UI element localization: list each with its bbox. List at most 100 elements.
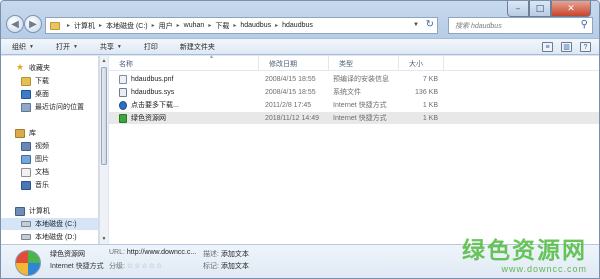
column-header-date[interactable]: 修改日期	[259, 56, 329, 71]
share-button[interactable]: 共享 ▼	[89, 42, 133, 52]
refresh-icon[interactable]: ↻	[426, 19, 434, 30]
sidebar-item-label: 收藏夹	[29, 65, 50, 72]
breadcrumb-item[interactable]: 计算机	[74, 21, 95, 31]
share-label: 共享	[99, 43, 114, 51]
chevron-right-icon[interactable]: ▸	[275, 22, 278, 29]
table-row[interactable]: hdaudbus.pnf 2008/4/15 18:55 预编译的安装信息 7 …	[109, 73, 599, 85]
pictures-icon	[21, 154, 31, 164]
internet-shortcut-icon	[119, 100, 127, 110]
back-button[interactable]: ◀	[6, 15, 24, 33]
desktop-icon	[21, 89, 31, 99]
sidebar-item-downloads[interactable]: 下载	[1, 75, 98, 87]
breadcrumb-item[interactable]: hdaudbus	[240, 22, 271, 29]
file-name-cell: hdaudbus.sys	[119, 86, 174, 98]
column-header-label: 修改日期	[269, 60, 297, 68]
breadcrumb-item[interactable]: wuhan	[184, 22, 205, 29]
pnf-file-icon	[119, 74, 127, 84]
file-date: 2018/11/12 14:49	[265, 114, 319, 122]
chevron-right-icon[interactable]: ▸	[177, 22, 180, 29]
video-icon	[21, 141, 31, 151]
explorer-window: – □ ✕ ◀ ▶ ▸ 计算机 ▸ 本地磁盘 (C:) ▸ 用户 ▸ wuhan…	[0, 0, 600, 279]
open-label: 打开	[55, 43, 70, 51]
search-placeholder: 搜索 hdaudbus	[455, 22, 502, 30]
description-label: 描述:	[203, 251, 219, 258]
column-header-name[interactable]: 名称	[109, 56, 259, 71]
sidebar-item-computer[interactable]: 计算机	[1, 205, 98, 217]
navigation-pane: ★ 收藏夹 下载 桌面 最近访问的位置 库 视频 图片 文档 音乐 计算机 本地…	[1, 56, 99, 244]
minimize-button[interactable]: –	[507, 1, 529, 17]
new-folder-label: 新建文件夹	[179, 43, 215, 51]
sidebar-item-label: 计算机	[29, 208, 50, 215]
file-name: 点击要多下载...	[131, 102, 179, 109]
url-field[interactable]: URL: http://www.downcc.c...	[109, 249, 196, 256]
column-header-label: 类型	[339, 60, 353, 68]
breadcrumb-item[interactable]: hdaudbus	[282, 22, 313, 29]
table-row[interactable]: hdaudbus.sys 2008/4/15 18:55 系统文件 136 KB	[109, 86, 599, 98]
rating-label: 分级:	[109, 263, 125, 270]
url-label: URL:	[109, 249, 125, 256]
breadcrumb-item[interactable]: 用户	[159, 21, 173, 31]
sidebar-item-recent-places[interactable]: 最近访问的位置	[1, 101, 98, 113]
breadcrumb: ▸ 计算机 ▸ 本地磁盘 (C:) ▸ 用户 ▸ wuhan ▸ 下载 ▸ hd…	[63, 21, 313, 31]
url-value: http://www.downcc.c...	[126, 249, 197, 256]
open-button[interactable]: 打开 ▼	[45, 42, 89, 52]
chevron-right-icon[interactable]: ▸	[67, 22, 70, 29]
back-arrow-icon: ◀	[11, 18, 19, 30]
view-options-icon[interactable]: ≡	[542, 42, 553, 52]
sidebar-item-documents[interactable]: 文档	[1, 166, 98, 178]
organize-label: 组织	[12, 43, 26, 51]
sidebar-item-drive-d[interactable]: 本地磁盘 (D:)	[1, 231, 98, 243]
library-icon	[15, 128, 25, 138]
table-row[interactable]: 绿色资源网 2018/11/12 14:49 Internet 快捷方式 1 K…	[109, 112, 599, 124]
address-dropdown-icon[interactable]: ▼	[413, 22, 419, 28]
sidebar-item-label: 最近访问的位置	[35, 104, 84, 111]
file-date: 2011/2/8 17:45	[265, 101, 312, 109]
music-icon	[21, 180, 31, 190]
chevron-right-icon[interactable]: ▸	[99, 22, 102, 29]
chevron-right-icon[interactable]: ▸	[233, 22, 236, 29]
breadcrumb-item[interactable]: 本地磁盘 (C:)	[106, 21, 148, 31]
scroll-down-icon[interactable]: ▼	[100, 235, 108, 243]
sidebar-item-videos[interactable]: 视频	[1, 140, 98, 152]
new-folder-button[interactable]: 新建文件夹	[169, 42, 226, 52]
tags-value: 添加文本	[220, 263, 249, 270]
rating-field[interactable]: 分级: ☆☆☆☆☆	[109, 261, 163, 271]
sidebar-item-desktop[interactable]: 桌面	[1, 88, 98, 100]
breadcrumb-item[interactable]: 下载	[215, 21, 229, 31]
scrollbar-thumb[interactable]	[101, 67, 107, 165]
sidebar-item-label: 下载	[35, 78, 49, 85]
maximize-button[interactable]: □	[529, 1, 551, 17]
organize-button[interactable]: 组织 ▼	[1, 42, 45, 52]
print-button[interactable]: 打印	[133, 42, 169, 52]
download-folder-icon	[21, 76, 31, 86]
column-header-size[interactable]: 大小	[399, 56, 444, 71]
close-button[interactable]: ✕	[551, 1, 591, 17]
scroll-up-icon[interactable]: ▲	[100, 57, 108, 65]
forward-button[interactable]: ▶	[24, 15, 42, 33]
sidebar-item-label: 库	[29, 130, 36, 137]
navigation-scrollbar[interactable]: ▲ ▼	[99, 56, 108, 244]
table-row[interactable]: 点击要多下载... 2011/2/8 17:45 Internet 快捷方式 1…	[109, 99, 599, 111]
description-field[interactable]: 描述: 添加文本	[203, 249, 249, 259]
sidebar-item-pictures[interactable]: 图片	[1, 153, 98, 165]
help-icon[interactable]: ?	[580, 42, 591, 52]
search-icon[interactable]: ⚲	[581, 19, 588, 30]
file-type: Internet 快捷方式	[333, 102, 387, 109]
documents-icon	[21, 167, 31, 177]
sidebar-item-favorites[interactable]: ★ 收藏夹	[1, 62, 98, 74]
chevron-right-icon[interactable]: ▸	[152, 22, 155, 29]
file-type: Internet 快捷方式	[333, 115, 387, 122]
sidebar-item-music[interactable]: 音乐	[1, 179, 98, 191]
rating-stars-icon[interactable]: ☆☆☆☆☆	[127, 262, 163, 270]
chevron-right-icon[interactable]: ▸	[208, 22, 211, 29]
search-input[interactable]: 搜索 hdaudbus ⚲	[448, 17, 593, 34]
sidebar-item-label: 本地磁盘 (D:)	[35, 234, 77, 241]
sidebar-item-drive-c[interactable]: 本地磁盘 (C:)	[1, 218, 98, 230]
file-name-cell: 绿色资源网	[119, 112, 166, 124]
address-bar[interactable]: ▸ 计算机 ▸ 本地磁盘 (C:) ▸ 用户 ▸ wuhan ▸ 下载 ▸ hd…	[45, 17, 438, 34]
column-header-type[interactable]: 类型	[329, 56, 399, 71]
chevron-down-icon: ▼	[72, 43, 78, 50]
sidebar-item-libraries[interactable]: 库	[1, 127, 98, 139]
preview-pane-icon[interactable]: ▥	[561, 42, 572, 52]
tags-field[interactable]: 标记: 添加文本	[203, 261, 249, 271]
